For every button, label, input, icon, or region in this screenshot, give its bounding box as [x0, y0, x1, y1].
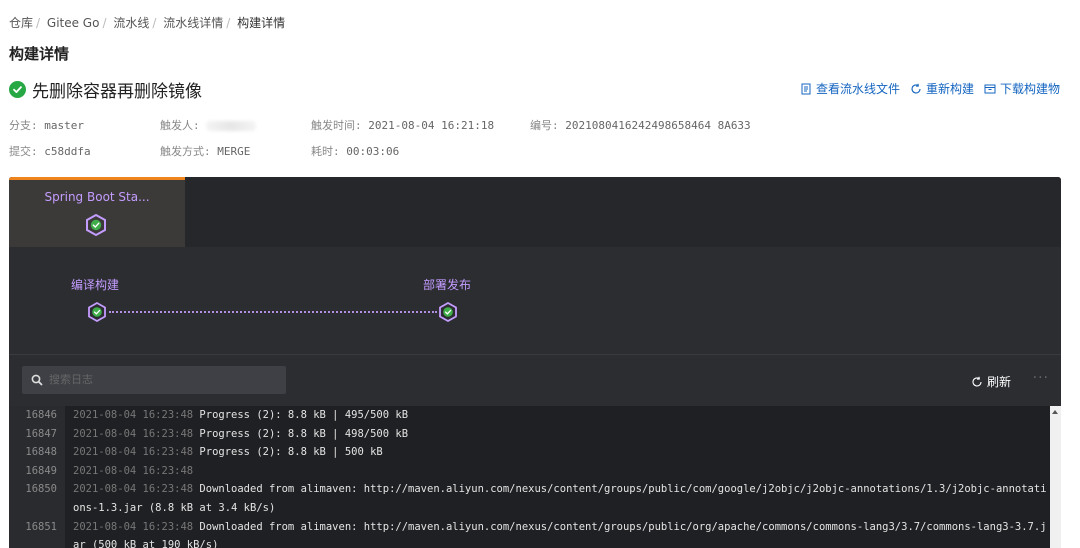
- log-timestamp: 2021-08-04 16:23:48: [73, 446, 194, 459]
- log-viewer[interactable]: 16846 2021-08-04 16:23:48 Progress (2): 8…: [9, 406, 1061, 548]
- log-line-text: 2021-08-04 16:23:48 Progress (2): 8.8 kB…: [65, 406, 1050, 425]
- rebuild-label: 重新构建: [925, 82, 974, 96]
- log-scrollbar[interactable]: [1050, 406, 1061, 548]
- log-line-number: 16851: [9, 517, 65, 548]
- trigger-time-label: 触发时间:: [311, 119, 362, 132]
- job-label-deploy[interactable]: 部署发布: [423, 276, 471, 293]
- log-line-text: 2021-08-04 16:23:48: [65, 462, 1050, 481]
- breadcrumb-separator: /: [102, 16, 107, 30]
- log-timestamp: 2021-08-04 16:23:48: [73, 520, 194, 533]
- log-timestamp: 2021-08-04 16:23:48: [73, 427, 194, 440]
- log-search-input[interactable]: [49, 374, 269, 386]
- trigger-mode-info: 触发方式: MERGE: [160, 143, 250, 159]
- breadcrumb-separator: /: [36, 16, 41, 30]
- branch-value: master: [44, 119, 84, 132]
- build-actions: 查看流水线文件 重新构建 下载构建物: [790, 80, 1060, 97]
- job-flow: 编译构建 部署发布: [9, 247, 1061, 355]
- stage-tab-spring-boot[interactable]: Spring Boot Sta...: [9, 177, 185, 247]
- log-line-text: 2021-08-04 16:23:48 Progress (2): 8.8 kB…: [65, 425, 1050, 444]
- breadcrumb-item-build-detail: 构建详情: [237, 16, 286, 30]
- trigger-user-label: 触发人:: [160, 119, 200, 132]
- commit-info: 提交: c58ddfa: [9, 143, 91, 159]
- breadcrumb-item-repo[interactable]: 仓库: [9, 16, 33, 30]
- log-line: 16846 2021-08-04 16:23:48 Progress (2): 8…: [9, 406, 1050, 425]
- pipeline-panel: Spring Boot Sta... 编译构建 部署发布 搜索日志 刷新 ···…: [9, 177, 1061, 548]
- commit-label: 提交:: [9, 145, 38, 158]
- branch-info: 分支: master: [9, 117, 84, 133]
- build-name: 先删除容器再删除镜像: [32, 81, 202, 102]
- log-line-number: 16848: [9, 443, 65, 462]
- view-pipeline-file-label: 查看流水线文件: [815, 82, 900, 96]
- log-line: 16849 2021-08-04 16:23:48: [9, 461, 1050, 481]
- view-pipeline-file-button[interactable]: 查看流水线文件: [800, 80, 900, 97]
- trigger-time-value: 2021-08-04 16:21:18: [368, 119, 495, 132]
- log-message: Progress (2): 8.8 kB | 498/500 kB: [193, 427, 409, 440]
- breadcrumb-item-pipelines[interactable]: 流水线: [113, 16, 149, 30]
- refresh-icon: [911, 83, 921, 94]
- scroll-up-arrow-icon[interactable]: [1052, 410, 1058, 414]
- log-timestamp: 2021-08-04 16:23:48: [73, 483, 194, 496]
- trigger-user-redacted: [206, 121, 257, 131]
- log-message: Progress (2): 8.8 kB | 495/500 kB: [193, 409, 409, 421]
- page-title: 构建详情: [9, 45, 70, 63]
- log-line: 16847 2021-08-04 16:23:48 Progress (2): 8…: [9, 424, 1050, 444]
- success-check-icon: [9, 80, 26, 98]
- commit-value[interactable]: c58ddfa: [44, 145, 90, 158]
- trigger-mode-value: MERGE: [217, 145, 251, 158]
- log-lines: 16846 2021-08-04 16:23:48 Progress (2): 8…: [9, 406, 1050, 548]
- stage-success-icon: [86, 214, 106, 236]
- log-line-number: 16849: [9, 461, 65, 481]
- stage-tabs: Spring Boot Sta...: [9, 177, 1061, 247]
- job-success-icon[interactable]: [87, 302, 107, 322]
- log-message: Downloaded from alimaven: http://maven.a…: [73, 483, 1047, 514]
- breadcrumb-item-gitee-go[interactable]: Gitee Go: [47, 16, 100, 30]
- more-options-icon[interactable]: ···: [1033, 370, 1049, 386]
- rebuild-button[interactable]: 重新构建: [910, 80, 974, 97]
- breadcrumb-separator: /: [152, 16, 157, 30]
- trigger-time-info: 触发时间: 2021-08-04 16:21:18: [311, 117, 494, 133]
- job-label-compile-build[interactable]: 编译构建: [71, 276, 119, 293]
- log-toolbar: 刷新 ···: [9, 356, 1061, 406]
- file-icon: [801, 83, 811, 94]
- refresh-icon: [972, 376, 982, 387]
- log-message: Progress (2): 8.8 kB | 500 kB: [193, 446, 383, 459]
- search-icon: [31, 374, 43, 386]
- breadcrumb-separator: /: [226, 16, 231, 30]
- log-refresh-button[interactable]: 刷新: [971, 373, 1011, 390]
- trigger-user-info: 触发人:: [160, 117, 257, 133]
- download-artifacts-label: 下载构建物: [999, 82, 1060, 96]
- log-search-box[interactable]: [22, 366, 286, 394]
- duration-value: 00:03:06: [346, 145, 400, 158]
- log-line: 16850 2021-08-04 16:23:48 Downloaded from…: [9, 480, 1050, 518]
- log-line-number: 16850: [9, 480, 65, 518]
- build-number-label: 编号:: [530, 119, 559, 132]
- trigger-mode-label: 触发方式:: [160, 145, 211, 158]
- log-line-number: 16846: [9, 406, 65, 425]
- log-line-number: 16847: [9, 424, 65, 444]
- stage-tab-label: Spring Boot Sta...: [44, 190, 150, 204]
- log-timestamp: 2021-08-04 16:23:48: [73, 464, 194, 477]
- log-line: 16851 2021-08-04 16:23:48 Downloaded from…: [9, 517, 1050, 548]
- branch-label: 分支:: [9, 119, 38, 132]
- breadcrumb: 仓库 / Gitee Go / 流水线 / 流水线详情 / 构建详情: [9, 14, 285, 31]
- duration-info: 耗时: 00:03:06: [311, 143, 399, 159]
- build-number-info: 编号: 2021080416242498658464 8A633: [530, 117, 751, 133]
- log-timestamp: 2021-08-04 16:23:48: [73, 409, 194, 421]
- log-line-text: 2021-08-04 16:23:48 Downloaded from alim…: [65, 480, 1050, 517]
- log-line-text: 2021-08-04 16:23:48 Progress (2): 8.8 kB…: [65, 443, 1050, 462]
- log-line: 16848 2021-08-04 16:23:48 Progress (2): 8…: [9, 443, 1050, 462]
- job-success-icon[interactable]: [438, 302, 458, 322]
- breadcrumb-item-pipeline-detail[interactable]: 流水线详情: [163, 16, 223, 30]
- download-artifacts-button[interactable]: 下载构建物: [984, 80, 1060, 97]
- archive-icon: [984, 84, 996, 93]
- job-connector-line: [109, 311, 437, 313]
- log-message: Downloaded from alimaven: http://maven.a…: [73, 520, 1047, 548]
- log-line-text: 2021-08-04 16:23:48 Downloaded from alim…: [65, 518, 1050, 548]
- build-header: 先删除容器再删除镜像: [9, 77, 202, 102]
- build-number-value: 2021080416242498658464 8A633: [565, 119, 751, 132]
- duration-label: 耗时:: [311, 145, 340, 158]
- log-refresh-label: 刷新: [986, 375, 1011, 389]
